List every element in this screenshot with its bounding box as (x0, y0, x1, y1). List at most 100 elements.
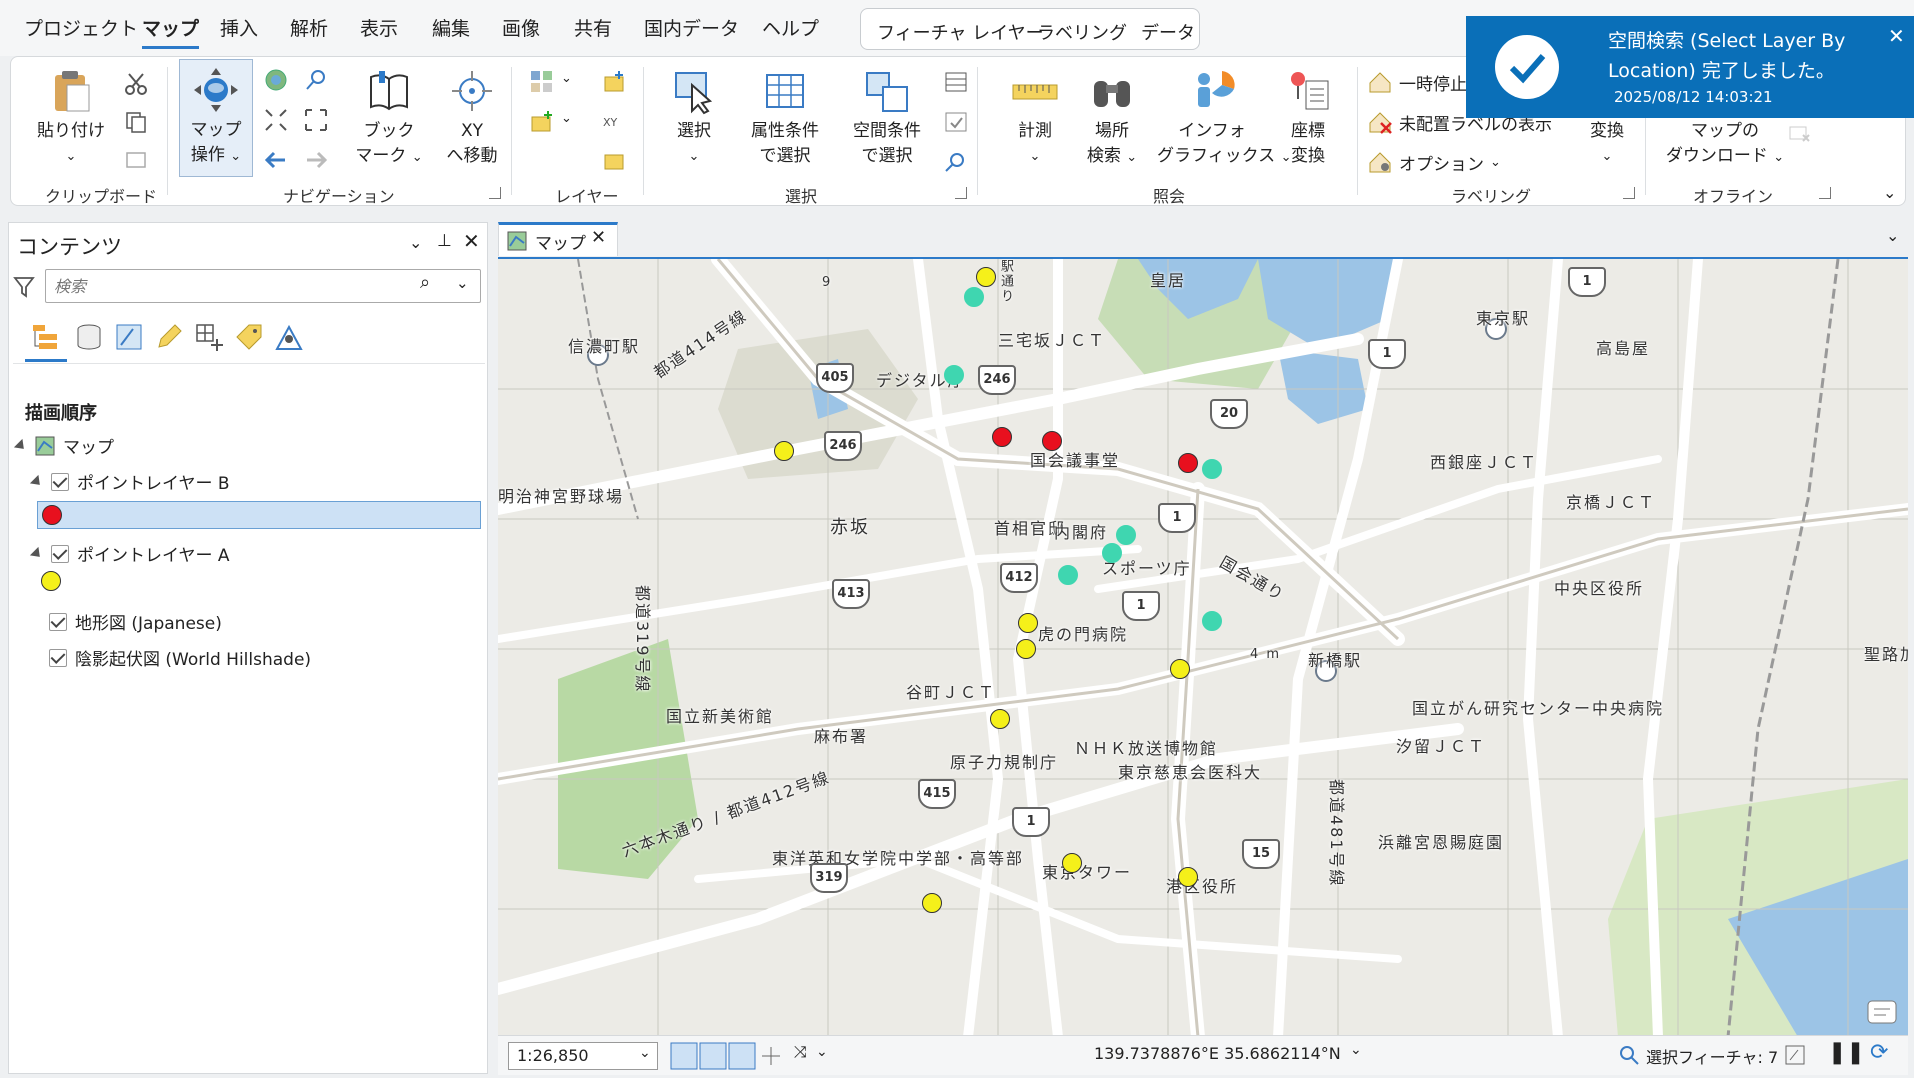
selection-launcher-icon[interactable] (955, 187, 967, 199)
convert-labels-button[interactable]: 変換 ⌄ (1577, 119, 1637, 169)
layer-row-a[interactable]: ポイントレイヤー A (29, 541, 230, 566)
point-layer-a-feature[interactable] (990, 709, 1010, 729)
zoom-to-selected-icon[interactable] (943, 149, 969, 175)
point-layer-b-feature[interactable] (992, 427, 1012, 447)
pin-icon[interactable]: ⊥ (437, 231, 452, 251)
selected-feature[interactable] (964, 287, 984, 307)
menu-analysis[interactable]: 解析 (290, 14, 328, 41)
select-by-location-button[interactable]: 空間条件 で選択 (839, 67, 935, 169)
layer-b-symbol-row[interactable] (37, 501, 481, 529)
expand-caret-icon[interactable] (29, 546, 45, 561)
menu-share[interactable]: 共有 (574, 14, 612, 41)
topo-checkbox[interactable] (49, 612, 67, 631)
refresh-icon[interactable]: ⟳ (1870, 1040, 1888, 1065)
add-layer-icon[interactable] (529, 109, 555, 135)
ribbon-collapse-icon[interactable]: ⌄ (1883, 183, 1896, 202)
labeling-launcher-icon[interactable] (1623, 187, 1635, 199)
layer-a-checkbox[interactable] (51, 544, 69, 563)
xy-table-icon[interactable]: XY (601, 109, 627, 135)
close-icon[interactable]: ✕ (1888, 24, 1905, 48)
map-operation-button[interactable]: マップ 操作 ⌄ (179, 59, 253, 177)
menu-map[interactable]: マップ (142, 14, 200, 49)
grid-tools[interactable] (670, 1042, 782, 1070)
search-field[interactable] (54, 274, 394, 298)
map-window-icon[interactable] (1784, 1044, 1806, 1066)
point-layer-a-feature[interactable] (1018, 613, 1038, 633)
fixed-zoom-in-icon[interactable] (263, 107, 289, 133)
menu-japan-data[interactable]: 国内データ (644, 14, 739, 41)
menu-project[interactable]: プロジェクト (24, 14, 138, 41)
expand-caret-icon[interactable] (13, 438, 29, 453)
select-by-attributes-button[interactable]: 属性条件 で選択 (737, 67, 833, 169)
download-map-button[interactable]: マップの ダウンロード ⌄ (1665, 119, 1785, 170)
offline-launcher-icon[interactable] (1819, 187, 1831, 199)
selected-feature[interactable] (1058, 565, 1078, 585)
chevron-down-icon[interactable]: ⌄ (409, 233, 422, 252)
selected-feature[interactable] (1202, 611, 1222, 631)
tab-labeling[interactable]: ラベリング (1037, 19, 1127, 45)
point-layer-a-feature[interactable] (1170, 659, 1190, 679)
chevron-down-icon[interactable]: ⌄ (561, 71, 572, 86)
data-source-icon[interactable] (73, 321, 105, 353)
add-data-icon[interactable] (601, 69, 627, 95)
point-layer-a-feature[interactable] (976, 267, 996, 287)
remove-offline-icon[interactable] (1787, 121, 1813, 147)
layer-row-b[interactable]: ポイントレイヤー B (29, 469, 230, 494)
point-layer-a-feature[interactable] (774, 441, 794, 461)
point-layer-a-feature[interactable] (922, 893, 942, 913)
chevron-down-icon[interactable]: ⌄ (561, 111, 572, 126)
layer-row-topo[interactable]: 地形図 (Japanese) (49, 609, 222, 634)
map-node[interactable]: マップ (13, 433, 114, 458)
point-layer-a-feature[interactable] (1016, 639, 1036, 659)
select-button[interactable]: 選択 ⌄ (659, 67, 729, 169)
map-notes-icon[interactable] (1866, 999, 1898, 1029)
fixed-zoom-out-icon[interactable] (303, 107, 329, 133)
infographics-button[interactable]: インフォ グラフィックス ⌄ (1157, 67, 1291, 170)
forward-arrow-icon[interactable] (303, 147, 329, 173)
close-icon[interactable]: ✕ (463, 229, 480, 253)
chevron-down-icon[interactable]: ⌄ (456, 274, 469, 292)
layer-row-hillshade[interactable]: 陰影起伏図 (World Hillshade) (49, 645, 311, 670)
copy-icon[interactable] (123, 109, 149, 135)
scale-select[interactable]: 1:26,850 ⌄ (508, 1042, 658, 1070)
paste-button[interactable]: 貼り付け ⌄ (29, 67, 113, 169)
close-icon[interactable]: ✕ (591, 227, 606, 248)
layer-tools-icon[interactable] (601, 149, 627, 175)
chevron-down-icon[interactable]: ⌄ (816, 1044, 828, 1060)
menu-edit[interactable]: 編集 (432, 14, 470, 41)
expand-caret-icon[interactable] (29, 474, 45, 489)
selected-feature[interactable] (944, 365, 964, 385)
tab-feature-layer[interactable]: フィーチャ レイヤー (877, 19, 1044, 45)
measure-button[interactable]: 計測 ⌄ (993, 67, 1077, 169)
menu-imagery[interactable]: 画像 (502, 14, 540, 41)
go-to-xy-button[interactable]: XY へ移動 (437, 67, 507, 169)
cut-icon[interactable] (123, 71, 149, 97)
attributes-icon[interactable] (943, 69, 969, 95)
map-view[interactable]: 皇居 三宅坂ＪＣＴ デジタル庁 国会議事堂 首相官邸 内閣府 赤坂 スポーツ庁 … (498, 257, 1908, 1035)
selection-list-icon[interactable] (113, 321, 145, 353)
convert-coordinates-button[interactable]: 座標 変換 (1273, 67, 1343, 169)
point-layer-b-feature[interactable] (1178, 453, 1198, 473)
clear-selection-icon[interactable] (943, 109, 969, 135)
pause-labeling-button[interactable]: 一時停止 (1367, 69, 1467, 95)
locate-button[interactable]: 場所 検索 ⌄ (1077, 67, 1147, 170)
zoom-to-selection-icon[interactable] (303, 67, 329, 93)
basemap-icon[interactable] (529, 69, 555, 95)
selected-feature[interactable] (1116, 525, 1136, 545)
snapping-icon[interactable] (273, 321, 305, 353)
menu-help[interactable]: ヘルプ (762, 14, 819, 41)
hillshade-checkbox[interactable] (49, 648, 67, 667)
navigation-launcher-icon[interactable] (489, 187, 501, 199)
menu-insert[interactable]: 挿入 (220, 14, 258, 41)
full-extent-icon[interactable] (263, 67, 289, 93)
search-input[interactable]: ⌕ ⌄ (45, 269, 481, 303)
chevron-down-icon[interactable]: ⌄ (1350, 1042, 1362, 1058)
menu-view[interactable]: 表示 (360, 14, 398, 41)
snap-arrow-icon[interactable]: ⤨ (794, 1042, 807, 1062)
drawing-order-icon[interactable] (29, 321, 63, 353)
chevron-down-icon[interactable]: ⌄ (1886, 226, 1899, 245)
filter-icon[interactable] (13, 275, 35, 299)
selected-feature[interactable] (1102, 543, 1122, 563)
label-tag-icon[interactable] (233, 321, 265, 353)
point-layer-b-feature[interactable] (1042, 431, 1062, 451)
